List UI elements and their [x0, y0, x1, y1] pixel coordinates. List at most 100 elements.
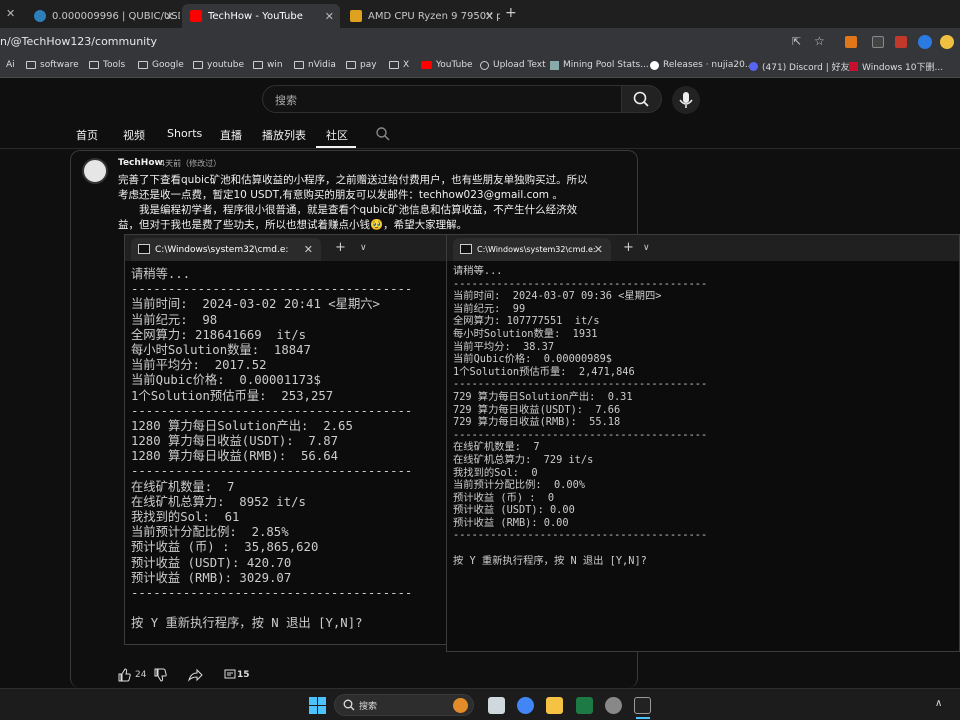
taskbar-search[interactable]: 搜索: [334, 694, 474, 716]
terminal-line: ----------------------------------------…: [453, 277, 708, 290]
bookmark-folder[interactable]: nVidia: [294, 60, 336, 70]
bookmark-label: (471) Discord | 好友: [762, 63, 850, 73]
extension-icon[interactable]: [918, 35, 932, 49]
bookmark-folder[interactable]: pay: [346, 60, 377, 70]
search-button[interactable]: [621, 85, 662, 113]
extension-icon[interactable]: [895, 36, 907, 48]
extension-icon[interactable]: [940, 35, 954, 49]
browser-tab-youtube[interactable]: TechHow - YouTube ✕: [182, 4, 340, 28]
windows-start-icon[interactable]: [309, 697, 326, 714]
bookmark-label: win: [267, 60, 283, 70]
close-icon[interactable]: ✕: [304, 243, 313, 256]
avatar[interactable]: [82, 158, 108, 184]
cmd-window-right[interactable]: C:\Windows\system32\cmd.e: ✕ + ∨ 请稍等... -…: [446, 234, 960, 652]
bookmark-label: pay: [360, 60, 377, 70]
metamask-extension-icon[interactable]: [845, 36, 857, 48]
bookmark-folder[interactable]: X: [389, 60, 409, 70]
thumbs-down-icon[interactable]: [153, 668, 167, 682]
post-author[interactable]: TechHow: [118, 158, 163, 168]
bookmark-label: Windows 10下删...: [862, 63, 944, 73]
bookmark-star-icon[interactable]: ☆: [814, 34, 825, 48]
voice-search-button[interactable]: [672, 86, 700, 114]
cmd-tab[interactable]: C:\Windows\system32\cmd.e: ✕: [453, 238, 611, 261]
terminal-line: ----------------------------------------…: [453, 378, 708, 391]
mining-icon: [550, 60, 559, 70]
url-text[interactable]: n/@TechHow123/community: [0, 35, 157, 48]
excel-icon[interactable]: [576, 697, 593, 714]
tab-live[interactable]: 直播: [220, 127, 242, 143]
folder-icon: [138, 61, 148, 69]
cmd-tab[interactable]: C:\Windows\system32\cmd.e: ✕: [131, 238, 321, 261]
bookmark-item[interactable]: Ai: [6, 60, 15, 70]
terminal-line: 当前时间: 2024-03-02 20:41 <星期六>: [131, 297, 380, 312]
address-bar[interactable]: n/@TechHow123/community ⇱ ☆: [0, 28, 960, 56]
terminal-line: 按 Y 重新执行程序，按 N 退出 [Y,N]?: [453, 554, 647, 567]
tab-shorts[interactable]: Shorts: [167, 127, 202, 140]
bookmark-windows[interactable]: Windows 10下删...: [849, 60, 943, 73]
chevron-up-icon[interactable]: ∧: [935, 698, 942, 709]
search-input[interactable]: 搜索: [262, 85, 622, 113]
bookmark-folder[interactable]: Google: [138, 60, 184, 70]
tab-playlists[interactable]: 播放列表: [262, 127, 306, 143]
terminal-line: 请稍等...: [131, 267, 191, 281]
youtube-favicon-icon: [190, 10, 202, 22]
file-explorer-icon[interactable]: [546, 697, 563, 714]
cmd-tab-bar: C:\Windows\system32\cmd.e: ✕ + ∨: [125, 235, 447, 261]
task-view-icon[interactable]: [488, 697, 505, 714]
tab-community[interactable]: 社区: [326, 127, 348, 143]
close-icon[interactable]: ✕: [325, 10, 334, 23]
settings-icon[interactable]: [605, 697, 622, 714]
bookmark-mining-pool[interactable]: Mining Pool Stats...: [550, 60, 649, 70]
open-in-icon[interactable]: ⇱: [792, 35, 801, 48]
bookmark-folder[interactable]: software: [26, 60, 79, 70]
globe-icon: [480, 60, 489, 70]
bookmark-label: YouTube: [436, 60, 473, 70]
bookmark-youtube[interactable]: YouTube: [421, 60, 473, 70]
bookmark-folder[interactable]: Tools: [89, 60, 125, 70]
terminal-icon: [138, 244, 150, 254]
terminal-line: 在线矿机总算力: 8952 it/s: [131, 494, 306, 509]
close-icon[interactable]: ✕: [165, 10, 174, 23]
browser-tab-qubic[interactable]: 0.000009996 | QUBIC/USDT | ✕: [26, 4, 180, 28]
new-tab-icon[interactable]: +: [623, 240, 634, 255]
tab-close-icon[interactable]: ✕: [6, 7, 15, 20]
comment-count: 15: [237, 670, 250, 680]
folder-icon: [253, 61, 263, 69]
tab-home[interactable]: 首页: [76, 127, 98, 143]
share-icon[interactable]: [187, 668, 203, 682]
cmd-window-left[interactable]: C:\Windows\system32\cmd.e: ✕ + ∨ 请稍等... -…: [124, 234, 448, 645]
new-tab-icon[interactable]: +: [335, 240, 346, 255]
folder-icon: [89, 61, 99, 69]
chrome-icon[interactable]: [517, 697, 534, 714]
bookmark-label: nVidia: [308, 60, 336, 70]
bookmark-discord[interactable]: (471) Discord | 好友: [749, 60, 850, 73]
tab-label: AMD CPU Ryzen 9 7950X pro: [368, 10, 500, 22]
github-icon: [650, 60, 659, 70]
terminal-output: 请稍等... ----------------------------------…: [453, 265, 707, 567]
terminal-line: 预计收益 (RMB): 0.00: [453, 516, 569, 529]
tab-videos[interactable]: 视频: [123, 127, 145, 143]
browser-tab-amd[interactable]: AMD CPU Ryzen 9 7950X pro ✕: [342, 4, 500, 28]
close-icon[interactable]: ✕: [594, 243, 603, 256]
bookmark-folder[interactable]: youtube: [193, 60, 244, 70]
terminal-line: 预计收益 (USDT): 0.00: [453, 504, 575, 517]
post-text-line: 益，但对于我也是费了些功夫，所以也想试着赚点小钱🥹，希望大家理解。: [118, 219, 468, 231]
terminal-line: 729 算力每日Solution产出: 0.31: [453, 390, 633, 403]
bookmark-releases[interactable]: Releases · nujia20...: [650, 60, 753, 70]
terminal-taskbar-icon[interactable]: [634, 697, 651, 714]
extension-icon[interactable]: [872, 36, 884, 48]
bookmark-folder[interactable]: win: [253, 60, 283, 70]
terminal-line: 全网算力: 107777551 it/s: [453, 315, 600, 328]
close-icon[interactable]: ✕: [485, 10, 494, 23]
chevron-down-icon[interactable]: ∨: [643, 243, 650, 253]
chevron-down-icon[interactable]: ∨: [360, 243, 367, 253]
terminal-output: 请稍等... ----------------------------------…: [131, 267, 412, 632]
bookmark-upload-text[interactable]: Upload Text: [480, 60, 546, 70]
thumbs-up-icon[interactable]: [117, 668, 131, 682]
comment-icon[interactable]: [224, 669, 236, 681]
bookmark-label: software: [40, 60, 79, 70]
new-tab-button[interactable]: +: [505, 5, 517, 21]
terminal-line: --------------------------------------: [131, 282, 413, 297]
channel-search-icon[interactable]: [375, 126, 391, 142]
